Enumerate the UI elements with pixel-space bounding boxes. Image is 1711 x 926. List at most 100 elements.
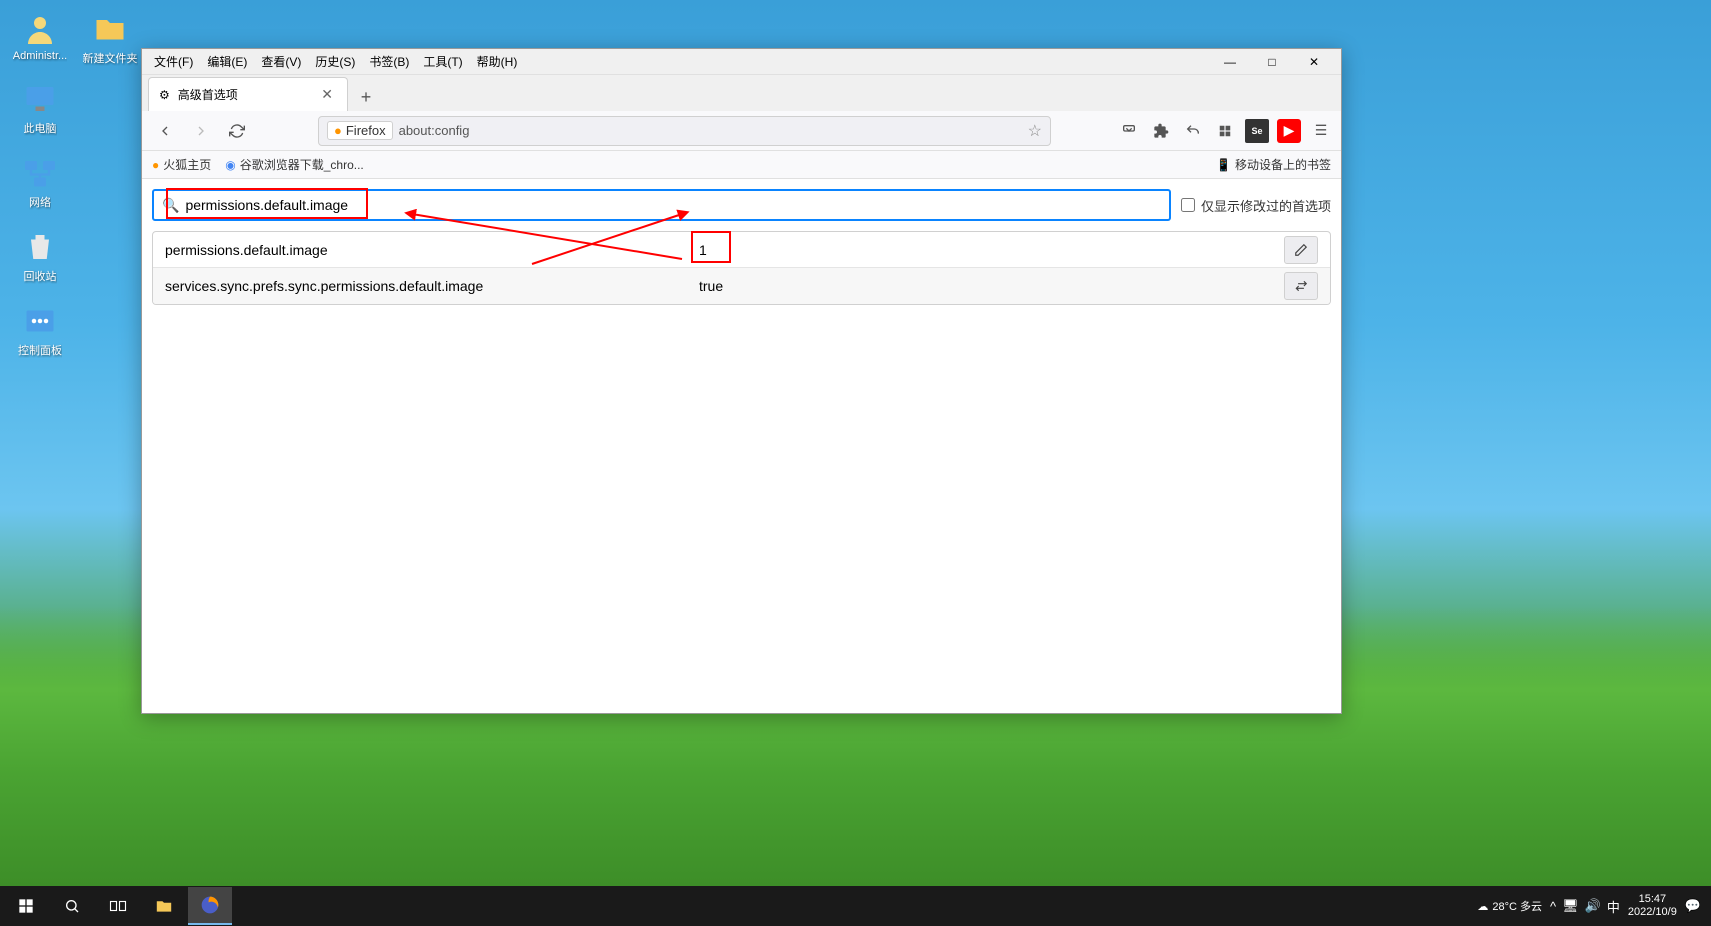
- weather-text: 28°C 多云: [1492, 898, 1542, 914]
- desktop-background: Administr... 此电脑 网络 回收站 控制面板 新建文件夹: [0, 0, 1711, 926]
- menu-view[interactable]: 查看(V): [255, 51, 307, 72]
- modified-only-checkbox[interactable]: [1181, 198, 1195, 212]
- tabbar: ⚙ 高级首选项 ✕ +: [142, 75, 1341, 111]
- pref-row[interactable]: permissions.default.image 1: [153, 232, 1330, 268]
- selenium-icon[interactable]: Se: [1245, 119, 1269, 143]
- tray-volume-icon[interactable]: 🔊: [1585, 898, 1601, 914]
- taskbar-date: 2022/10/9: [1628, 906, 1677, 919]
- close-button[interactable]: ✕: [1293, 50, 1335, 74]
- hamburger-menu-icon[interactable]: ☰: [1309, 119, 1333, 143]
- bookmark-star-icon[interactable]: ☆: [1028, 121, 1042, 141]
- pref-name: services.sync.prefs.sync.permissions.def…: [165, 278, 685, 294]
- tab-title: 高级首选项: [178, 86, 238, 103]
- task-view-button[interactable]: [96, 887, 140, 925]
- modified-only-label: 仅显示修改过的首选项: [1201, 196, 1331, 215]
- toggle-arrows-icon: [1294, 279, 1308, 293]
- tray-chevron-up-icon[interactable]: ^: [1550, 899, 1556, 914]
- firefox-logo-icon: ●: [334, 123, 342, 138]
- toolbar-right-icons: Se ▶ ☰: [1117, 119, 1333, 143]
- desktop-icon-control-panel[interactable]: 控制面板: [10, 302, 70, 358]
- desktop-icon-label: 网络: [29, 194, 51, 210]
- urlbar-identity-label: Firefox: [346, 123, 386, 138]
- desktop-icon-label: Administr...: [13, 50, 67, 62]
- forward-button[interactable]: [186, 116, 216, 146]
- menubar: 文件(F) 编辑(E) 查看(V) 历史(S) 书签(B) 工具(T) 帮助(H…: [142, 49, 1341, 75]
- back-button[interactable]: [150, 116, 180, 146]
- urlbar-url: about:config: [399, 123, 470, 138]
- desktop-icon-this-pc[interactable]: 此电脑: [10, 80, 70, 136]
- tray-ime-icon[interactable]: 中: [1607, 897, 1620, 916]
- taskbar-firefox[interactable]: [188, 887, 232, 925]
- tab-advanced-preferences[interactable]: ⚙ 高级首选项 ✕: [148, 77, 348, 111]
- pref-value: true: [685, 278, 1284, 294]
- config-search-box[interactable]: 🔍: [152, 189, 1171, 221]
- taskbar-file-explorer[interactable]: [142, 887, 186, 925]
- taskbar-weather[interactable]: ☁ 28°C 多云: [1477, 898, 1542, 914]
- pref-toggle-button[interactable]: [1284, 272, 1318, 300]
- control-panel-icon: [21, 302, 59, 340]
- menu-help[interactable]: 帮助(H): [471, 51, 524, 72]
- extension-icon[interactable]: [1149, 119, 1173, 143]
- desktop-icon-recycle-bin[interactable]: 回收站: [10, 228, 70, 284]
- network-icon: [21, 154, 59, 192]
- desktop-icon-network[interactable]: 网络: [10, 154, 70, 210]
- search-button[interactable]: [50, 887, 94, 925]
- start-button[interactable]: [4, 887, 48, 925]
- reload-button[interactable]: [222, 116, 252, 146]
- bookmark-label: 火狐主页: [163, 156, 211, 173]
- urlbar[interactable]: ● Firefox about:config ☆: [318, 116, 1051, 146]
- taskbar: ☁ 28°C 多云 ^ 🖥 🔊 中 15:47 2022/10/9 💬: [0, 886, 1711, 926]
- menu-file[interactable]: 文件(F): [148, 51, 199, 72]
- menubar-items: 文件(F) 编辑(E) 查看(V) 历史(S) 书签(B) 工具(T) 帮助(H…: [148, 51, 523, 72]
- config-search-input[interactable]: [185, 197, 1161, 213]
- pref-row[interactable]: services.sync.prefs.sync.permissions.def…: [153, 268, 1330, 304]
- pocket-icon[interactable]: [1117, 119, 1141, 143]
- minimize-button[interactable]: —: [1209, 50, 1251, 74]
- taskbar-datetime[interactable]: 15:47 2022/10/9: [1628, 893, 1677, 919]
- search-row: 🔍 仅显示修改过的首选项: [152, 189, 1331, 221]
- weather-icon: ☁: [1477, 900, 1488, 913]
- tray-network-icon[interactable]: 🖥: [1562, 898, 1579, 914]
- menu-tools[interactable]: 工具(T): [417, 51, 468, 72]
- desktop-icon-label: 此电脑: [24, 120, 57, 136]
- system-tray: ^ 🖥 🔊 中: [1550, 897, 1620, 916]
- desktop-icons-col1: Administr... 此电脑 网络 回收站 控制面板: [10, 10, 70, 358]
- modified-only-checkbox-row[interactable]: 仅显示修改过的首选项: [1181, 196, 1331, 215]
- bookmark-chrome-download[interactable]: ◉ 谷歌浏览器下载_chro...: [225, 156, 364, 173]
- pref-edit-button[interactable]: [1284, 236, 1318, 264]
- taskbar-right: ☁ 28°C 多云 ^ 🖥 🔊 中 15:47 2022/10/9 💬: [1477, 893, 1707, 919]
- menu-bookmarks[interactable]: 书签(B): [363, 51, 415, 72]
- desktop-icon-label: 控制面板: [18, 342, 62, 358]
- tray-notifications-icon[interactable]: 💬: [1685, 898, 1701, 914]
- desktop-icon-administrator[interactable]: Administr...: [10, 10, 70, 62]
- urlbar-identity-box[interactable]: ● Firefox: [327, 121, 393, 140]
- menu-history[interactable]: 历史(S): [309, 51, 361, 72]
- taskbar-left: [4, 887, 232, 925]
- about-config-content: 🔍 仅显示修改过的首选项 permissions.default.image 1: [142, 179, 1341, 713]
- nav-toolbar: ● Firefox about:config ☆ Se ▶ ☰: [142, 111, 1341, 151]
- menu-edit[interactable]: 编辑(E): [201, 51, 253, 72]
- bookmark-firefox-home[interactable]: ● 火狐主页: [152, 156, 211, 173]
- undo-icon[interactable]: [1181, 119, 1205, 143]
- taskbar-time: 15:47: [1639, 893, 1667, 906]
- folder-icon: [91, 10, 129, 48]
- youtube-icon[interactable]: ▶: [1277, 119, 1301, 143]
- new-tab-button[interactable]: +: [352, 83, 380, 111]
- window-controls: — □ ✕: [1209, 50, 1335, 74]
- pref-table: permissions.default.image 1 services.syn…: [152, 231, 1331, 305]
- pc-icon: [21, 80, 59, 118]
- bookmark-label: 移动设备上的书签: [1235, 156, 1331, 173]
- desktop-icon-label: 新建文件夹: [83, 50, 138, 66]
- firefox-window: 文件(F) 编辑(E) 查看(V) 历史(S) 书签(B) 工具(T) 帮助(H…: [141, 48, 1342, 714]
- grid-icon[interactable]: [1213, 119, 1237, 143]
- gear-icon: ⚙: [159, 88, 170, 102]
- maximize-button[interactable]: □: [1251, 50, 1293, 74]
- bookmark-mobile-bookmarks[interactable]: 📱 移动设备上的书签: [1216, 156, 1331, 173]
- tab-close-button[interactable]: ✕: [317, 86, 337, 103]
- desktop-icon-new-folder[interactable]: 新建文件夹: [80, 10, 140, 66]
- bookmark-label: 谷歌浏览器下载_chro...: [240, 156, 364, 173]
- urlbar-identity: ● Firefox about:config: [327, 121, 469, 140]
- pref-name: permissions.default.image: [165, 242, 685, 258]
- desktop-icons-col2: 新建文件夹: [80, 10, 140, 66]
- user-icon: [21, 10, 59, 48]
